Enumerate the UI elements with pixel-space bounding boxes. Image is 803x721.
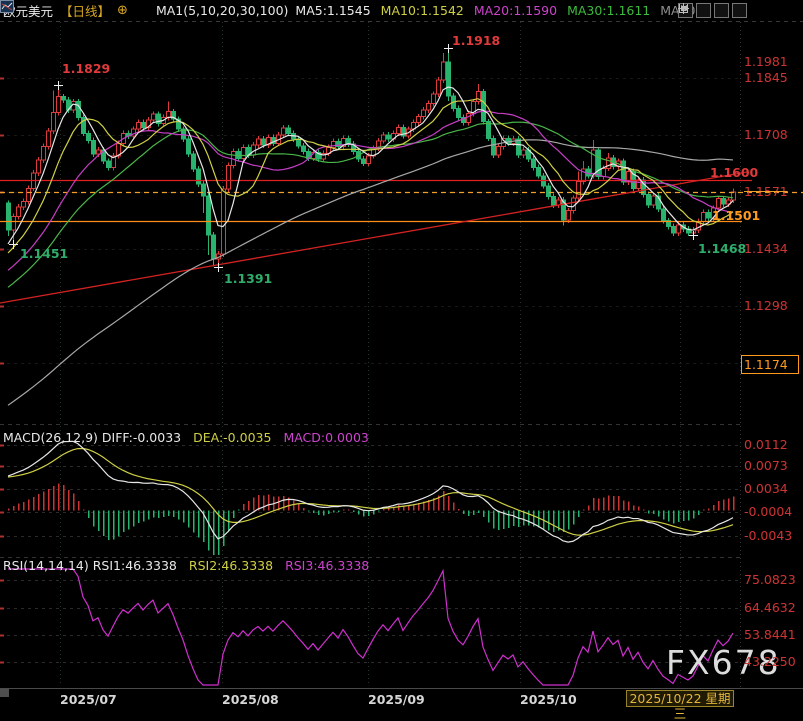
ma-legend-item: MA20:1.1590 [474, 3, 557, 18]
macd-formula-label: MACD(26,12,9) [3, 430, 98, 445]
scroll-end-icon[interactable] [732, 3, 747, 18]
time-axis[interactable]: 2025/07 2025/08 2025/09 2025/10 2025/10/22 … [0, 688, 803, 710]
price-axis-label: -0.0004 [744, 504, 802, 519]
price-axis-label: 43.2250 [744, 654, 802, 669]
rsi1-value: RSI1:46.3338 [93, 558, 177, 573]
rsi-formula-label: RSI(14,14,14) [3, 558, 89, 573]
price-axis-label: 0.0112 [744, 437, 802, 452]
chart-annotation: 1.1451 [20, 246, 68, 261]
chart-annotation: 1.1391 [224, 271, 272, 286]
rsi-header: RSI(14,14,14) RSI1:46.3338 RSI2:46.3338 RS… [3, 558, 369, 573]
scroll-right-icon[interactable] [714, 3, 729, 18]
price-axis-label: 75.0823 [744, 572, 802, 587]
chart-window: FX678 欧元美元 【日线】 ⊕ MA1(5,10,20,30,100) MA… [0, 0, 803, 709]
price-axis-label: 1.1981 [744, 54, 802, 69]
price-axis-label: -0.0043 [744, 528, 802, 543]
macd-dea-value: DEA:-0.0035 [193, 430, 271, 445]
macd-macd-value: MACD:0.0003 [283, 430, 368, 445]
chart-annotation: 1.1501 [712, 208, 760, 223]
price-axis-label: 64.4632 [744, 600, 802, 615]
chart-type-icon[interactable] [135, 4, 149, 17]
macd-header: MACD(26,12,9) DIFF:-0.0033 DEA:-0.0035 MAC… [3, 430, 369, 445]
ma-formula-label: MA1(5,10,20,30,100) [156, 3, 288, 18]
ma-legend-item: MA30:1.1611 [567, 3, 650, 18]
add-indicator-icon[interactable]: ⊕ [117, 3, 128, 18]
chart-annotation: 1.1829 [62, 61, 110, 76]
scroll-left-icon[interactable] [696, 3, 711, 18]
macd-diff-value: DIFF:-0.0033 [102, 430, 181, 445]
ma-legend-item: MA10:1.1542 [381, 3, 464, 18]
ma-legend-item: MA5:1.1545 [295, 3, 370, 18]
price-axis-label: 1.1434 [744, 241, 802, 256]
chart-annotation: 1.1468 [698, 241, 746, 256]
toolbar-icon-group [678, 3, 747, 18]
time-axis-label: 2025/07 [60, 692, 117, 707]
price-axis-label: 1.1708 [744, 127, 802, 142]
price-axis-label: 53.8441 [744, 627, 802, 642]
price-axis-label: 1.1298 [744, 298, 802, 313]
chart-annotation: 1.1918 [452, 33, 500, 48]
chart-annotation: 1.1600 [710, 165, 758, 180]
current-date-badge: 2025/10/22 星期三 [626, 690, 734, 707]
price-axis-label: 1.1174 [741, 355, 799, 374]
price-axis-label: 0.0034 [744, 481, 802, 496]
price-axis-label: 1.1845 [744, 70, 802, 85]
time-axis-label: 2025/09 [368, 692, 425, 707]
corner-resize-chip [0, 689, 9, 697]
price-axis-label: 0.0073 [744, 458, 802, 473]
chart-plot-area[interactable] [0, 0, 803, 709]
price-axis-label: 1.1571 [744, 184, 802, 199]
rsi2-value: RSI2:46.3338 [189, 558, 273, 573]
time-axis-label: 2025/08 [222, 692, 279, 707]
ma-legend: MA5:1.1545 MA10:1.1542 MA20:1.1590 MA30:1.1… [295, 3, 705, 18]
time-axis-label: 2025/10 [520, 692, 577, 707]
timeframe-label: 【日线】 [60, 1, 110, 20]
rsi3-value: RSI3:46.3338 [285, 558, 369, 573]
